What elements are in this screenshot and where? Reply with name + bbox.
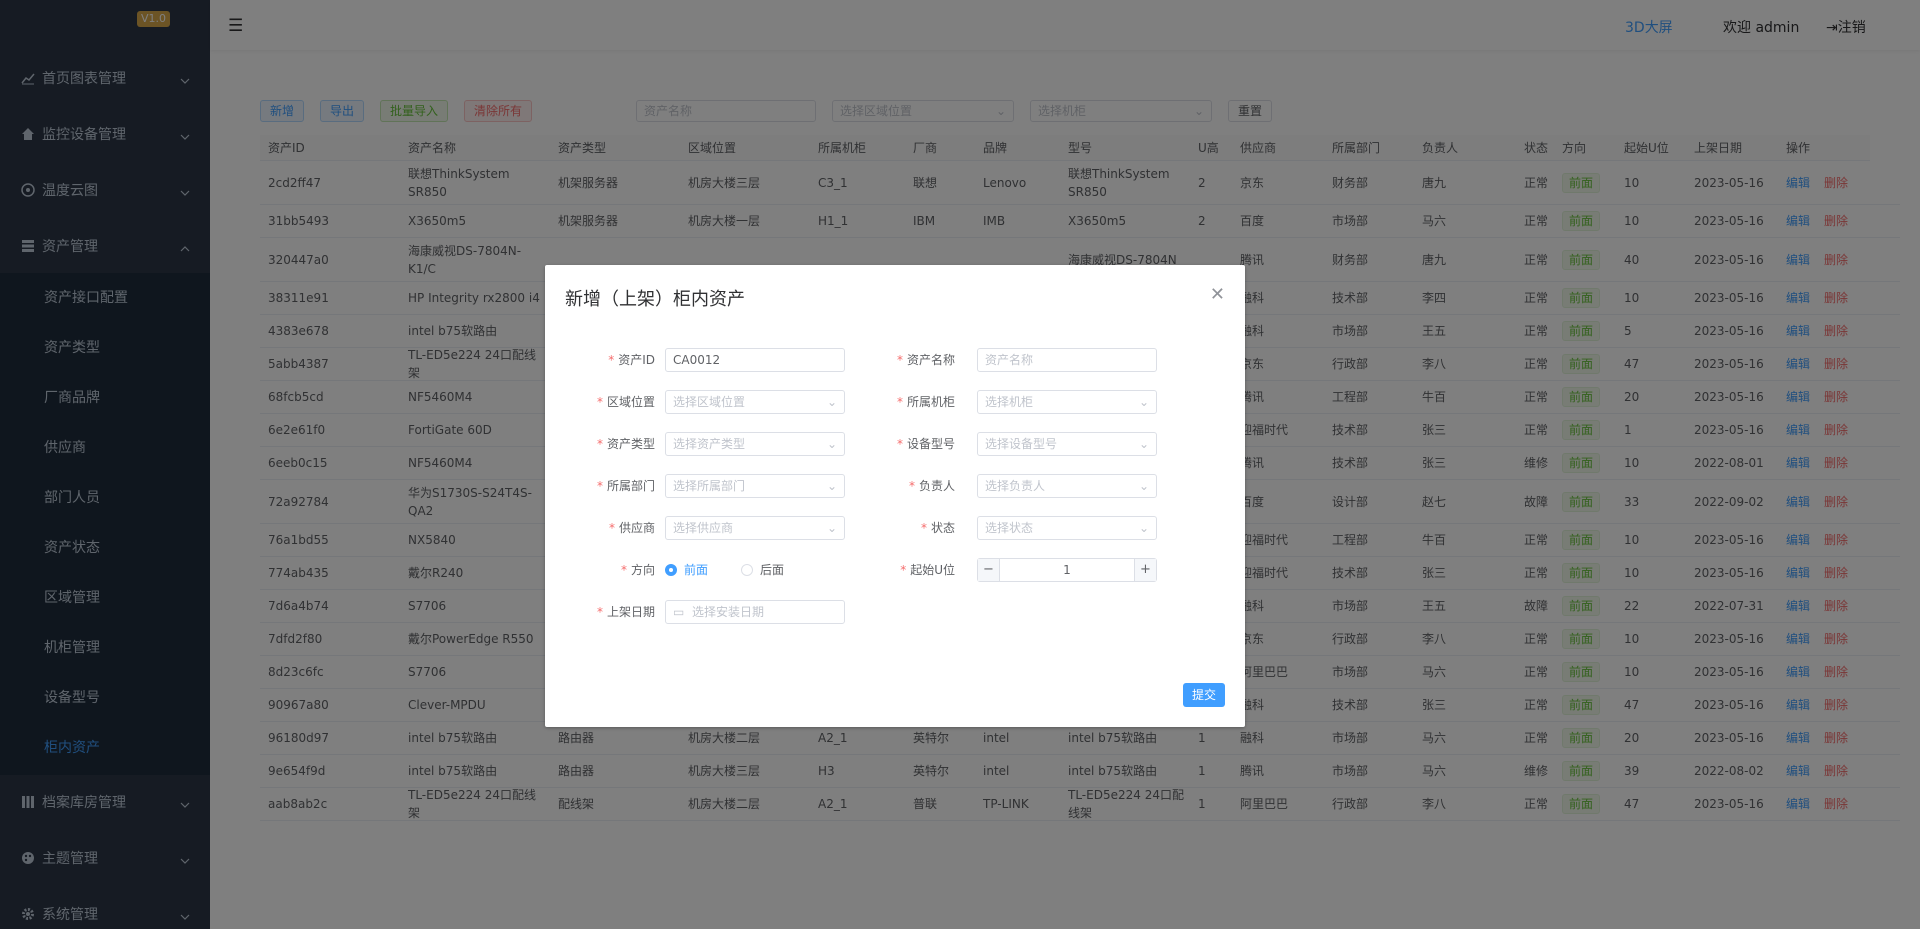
date-label: * 上架日期 (596, 605, 655, 619)
supplier-placeholder: 选择供应商 (673, 521, 734, 535)
area-label: * 区域位置 (596, 395, 655, 409)
start-u-stepper[interactable]: − 1 + (977, 558, 1157, 582)
increment-button[interactable]: + (1134, 559, 1156, 581)
asset-id-label: * 资产ID (608, 353, 655, 367)
close-icon[interactable]: ✕ (1210, 284, 1225, 305)
calendar-icon: ▭ (673, 605, 685, 619)
owner-label: * 负责人 (908, 479, 955, 493)
start-u-label: * 起始U位 (900, 563, 955, 577)
asset-type-select-field[interactable]: 选择资产类型 ⌄ (665, 432, 845, 456)
supplier-label: * 供应商 (608, 521, 655, 535)
status-placeholder: 选择状态 (985, 521, 1034, 535)
chevron-down-icon: ⌄ (826, 521, 837, 535)
owner-placeholder: 选择负责人 (985, 479, 1046, 493)
radio-unchecked-icon (741, 564, 753, 576)
device-model-select-field[interactable]: 选择设备型号 ⌄ (977, 432, 1157, 456)
direction-label: * 方向 (620, 563, 655, 577)
dialog-title: 新增（上架）柜内资产 (565, 289, 745, 310)
date-placeholder: 选择安装日期 (692, 605, 765, 619)
status-select-field[interactable]: 选择状态 ⌄ (977, 516, 1157, 540)
asset-name-field[interactable]: 资产名称 (977, 348, 1157, 372)
submit-button[interactable]: 提交 (1182, 683, 1225, 707)
asset-type-placeholder: 选择资产类型 (673, 437, 746, 451)
device-model-placeholder: 选择设备型号 (985, 437, 1058, 451)
radio-label: 后面 (760, 563, 785, 577)
chevron-down-icon: ⌄ (1138, 479, 1149, 493)
asset-type-label: * 资产类型 (596, 437, 655, 451)
chevron-down-icon: ⌄ (826, 395, 837, 409)
chevron-down-icon: ⌄ (1138, 395, 1149, 409)
chevron-down-icon: ⌄ (826, 437, 837, 451)
device-model-label: * 设备型号 (896, 437, 955, 451)
department-placeholder: 选择所属部门 (673, 479, 746, 493)
area-select-field[interactable]: 选择区域位置 ⌄ (665, 390, 845, 414)
direction-back-radio[interactable]: 后面 (741, 558, 784, 582)
cabinet-label: * 所属机柜 (896, 395, 955, 409)
date-picker-field[interactable]: ▭ 选择安装日期 (665, 600, 845, 624)
department-label: * 所属部门 (596, 479, 655, 493)
cabinet-select-field[interactable]: 选择机柜 ⌄ (977, 390, 1157, 414)
chevron-down-icon: ⌄ (826, 479, 837, 493)
radio-checked-icon (665, 564, 677, 576)
supplier-select-field[interactable]: 选择供应商 ⌄ (665, 516, 845, 540)
area-placeholder: 选择区域位置 (673, 395, 746, 409)
decrement-button[interactable]: − (978, 559, 1000, 581)
asset-name-label: * 资产名称 (896, 353, 955, 367)
department-select-field[interactable]: 选择所属部门 ⌄ (665, 474, 845, 498)
cabinet-placeholder: 选择机柜 (985, 395, 1034, 409)
start-u-value[interactable]: 1 (1000, 559, 1134, 581)
asset-id-field[interactable]: CA0012 (665, 348, 845, 372)
status-label: * 状态 (920, 521, 955, 535)
chevron-down-icon: ⌄ (1138, 437, 1149, 451)
radio-label: 前面 (684, 563, 709, 577)
chevron-down-icon: ⌄ (1138, 521, 1149, 535)
direction-front-radio[interactable]: 前面 (665, 558, 708, 582)
owner-select-field[interactable]: 选择负责人 ⌄ (977, 474, 1157, 498)
add-asset-dialog: 新增（上架）柜内资产 ✕ * 资产ID CA0012 * 资产名称 资产名称 * 区域… (545, 265, 1245, 727)
